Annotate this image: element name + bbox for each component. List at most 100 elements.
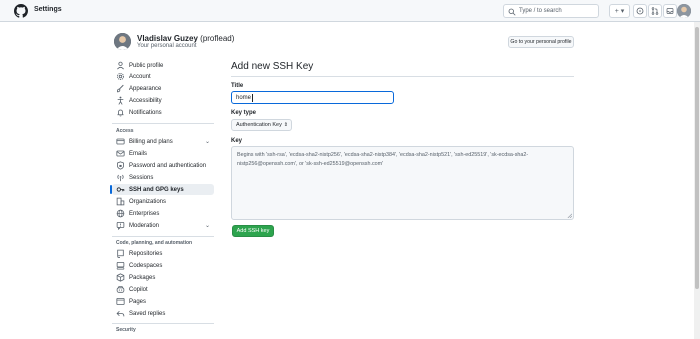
sidebar-item-label: Moderation xyxy=(129,222,160,229)
sidebar-item-label: Accessibility xyxy=(129,97,162,104)
sidebar-item-label: Organizations xyxy=(129,198,167,205)
inbox-icon xyxy=(666,8,674,14)
key-placeholder: Begins with 'ssh-rsa', 'ecdsa-sha2-nistp… xyxy=(237,152,529,167)
paintbrush-icon xyxy=(116,84,124,93)
sidebar-item-label: Copilot xyxy=(129,286,148,293)
sidebar-item-label: Saved replies xyxy=(129,310,166,317)
sidebar-item-public-profile[interactable]: Public profile xyxy=(112,60,214,71)
shield-lock-icon xyxy=(117,161,124,170)
search-placeholder: Type / to search xyxy=(519,8,562,14)
page-title: Add new SSH Key xyxy=(231,61,314,72)
inbox-button[interactable] xyxy=(663,4,677,18)
avatar-icon xyxy=(677,4,691,18)
profile-photo-icon xyxy=(114,33,131,50)
git-pull-request-icon xyxy=(651,7,659,15)
globe-icon xyxy=(116,209,125,218)
broadcast-icon xyxy=(117,174,124,182)
issues-button[interactable] xyxy=(633,4,647,18)
sidebar-item-moderation[interactable]: Moderation ⌄ xyxy=(112,220,214,231)
sidebar-item-ssh-gpg-keys[interactable]: SSH and GPG keys xyxy=(110,184,214,195)
key-type-select[interactable]: Authentication Key ⇕ xyxy=(231,119,292,131)
text-cursor xyxy=(252,93,253,102)
sidebar-item-label: Enterprises xyxy=(129,210,160,217)
sidebar-item-label: Repositories xyxy=(129,250,163,257)
sidebar-item-label: Packages xyxy=(129,274,156,281)
title-label: Title xyxy=(231,83,244,89)
select-arrows-icon: ⇕ xyxy=(283,122,288,128)
key-icon xyxy=(116,187,125,192)
display-name: Vladislav Guzey xyxy=(137,34,198,43)
sidebar-item-label: Appearance xyxy=(129,85,162,92)
sidebar-item-organizations[interactable]: Organizations xyxy=(112,196,214,207)
sidebar-divider xyxy=(112,236,214,237)
sidebar-item-label: Sessions xyxy=(129,174,154,181)
browser-icon xyxy=(116,298,125,305)
plus-icon: + ▾ xyxy=(614,8,625,15)
sidebar-item-label: Codespaces xyxy=(129,262,163,269)
sidebar-item-password-auth[interactable]: Password and authentication xyxy=(112,160,214,171)
sidebar-item-label: Public profile xyxy=(129,62,164,69)
username-handle: (proflead) xyxy=(200,34,235,43)
sidebar-item-label: SSH and GPG keys xyxy=(129,186,184,193)
key-label: Key xyxy=(231,138,243,144)
key-title-value: home xyxy=(236,94,252,101)
key-title-input[interactable]: home xyxy=(231,91,394,104)
sidebar-item-codespaces[interactable]: Codespaces xyxy=(112,260,214,271)
user-avatar-menu[interactable] xyxy=(677,4,691,18)
key-type-value: Authentication Key xyxy=(236,122,282,128)
sidebar-item-billing[interactable]: Billing and plans ⌄ xyxy=(112,136,214,147)
page-scrollbar[interactable] xyxy=(694,22,700,339)
sidebar-item-label: Pages xyxy=(129,298,147,305)
account-subtitle: Your personal account xyxy=(137,43,197,49)
sidebar-item-account[interactable]: Account xyxy=(112,71,214,82)
create-new-button[interactable]: + ▾ xyxy=(609,4,630,18)
sidebar-section-security: Security xyxy=(116,327,136,333)
sidebar-item-packages[interactable]: Packages xyxy=(112,272,214,283)
sidebar-divider xyxy=(112,323,214,324)
sidebar-item-enterprises[interactable]: Enterprises xyxy=(112,208,214,219)
organization-icon xyxy=(116,197,125,206)
sidebar-item-copilot[interactable]: Copilot xyxy=(112,284,214,295)
person-icon xyxy=(117,61,124,70)
page-context-title: Settings xyxy=(34,6,62,13)
add-ssh-key-button[interactable]: Add SSH key xyxy=(232,225,274,237)
resize-handle-icon[interactable] xyxy=(567,213,572,218)
key-type-label: Key type xyxy=(231,110,257,116)
sidebar-item-emails[interactable]: Emails xyxy=(112,148,214,159)
bell-icon xyxy=(117,109,124,117)
sidebar-item-repositories[interactable]: Repositories xyxy=(112,248,214,259)
sidebar-item-label: Billing and plans xyxy=(129,138,173,145)
sidebar-item-notifications[interactable]: Notifications xyxy=(112,107,214,118)
mail-icon xyxy=(116,150,125,157)
sidebar-item-sessions[interactable]: Sessions xyxy=(112,172,214,183)
user-display-name: Vladislav Guzey (proflead) xyxy=(137,34,234,43)
title-divider xyxy=(231,76,574,77)
sidebar-item-label: Password and authentication xyxy=(129,162,207,169)
search-icon xyxy=(508,8,516,16)
sidebar-section-access: Access xyxy=(116,128,134,134)
package-icon xyxy=(116,273,125,282)
report-icon xyxy=(116,222,125,230)
search-input[interactable]: Type / to search xyxy=(503,4,599,18)
sidebar-item-pages[interactable]: Pages xyxy=(112,296,214,307)
credit-card-icon xyxy=(116,138,125,145)
pull-requests-button[interactable] xyxy=(648,4,662,18)
go-to-profile-button[interactable]: Go to your personal profile xyxy=(508,36,574,48)
sidebar-item-accessibility[interactable]: Accessibility xyxy=(112,95,214,106)
key-textarea[interactable]: Begins with 'ssh-rsa', 'ecdsa-sha2-nistp… xyxy=(231,146,574,220)
codespaces-icon xyxy=(116,262,125,270)
top-navigation-bar: Settings Type / to search + ▾ xyxy=(0,0,700,22)
accessibility-icon xyxy=(117,96,124,105)
avatar xyxy=(114,33,131,50)
copilot-icon xyxy=(116,286,125,293)
sidebar-item-appearance[interactable]: Appearance xyxy=(112,83,214,94)
chevron-down-icon: ⌄ xyxy=(204,139,210,145)
chevron-down-icon: ⌄ xyxy=(204,223,210,229)
repo-icon xyxy=(117,249,124,258)
issue-opened-icon xyxy=(636,7,644,15)
sidebar-item-saved-replies[interactable]: Saved replies xyxy=(112,308,214,319)
github-logo-icon[interactable] xyxy=(14,4,28,18)
scrollbar-thumb[interactable] xyxy=(695,27,699,289)
sidebar-divider xyxy=(112,123,214,124)
gear-icon xyxy=(116,72,125,81)
